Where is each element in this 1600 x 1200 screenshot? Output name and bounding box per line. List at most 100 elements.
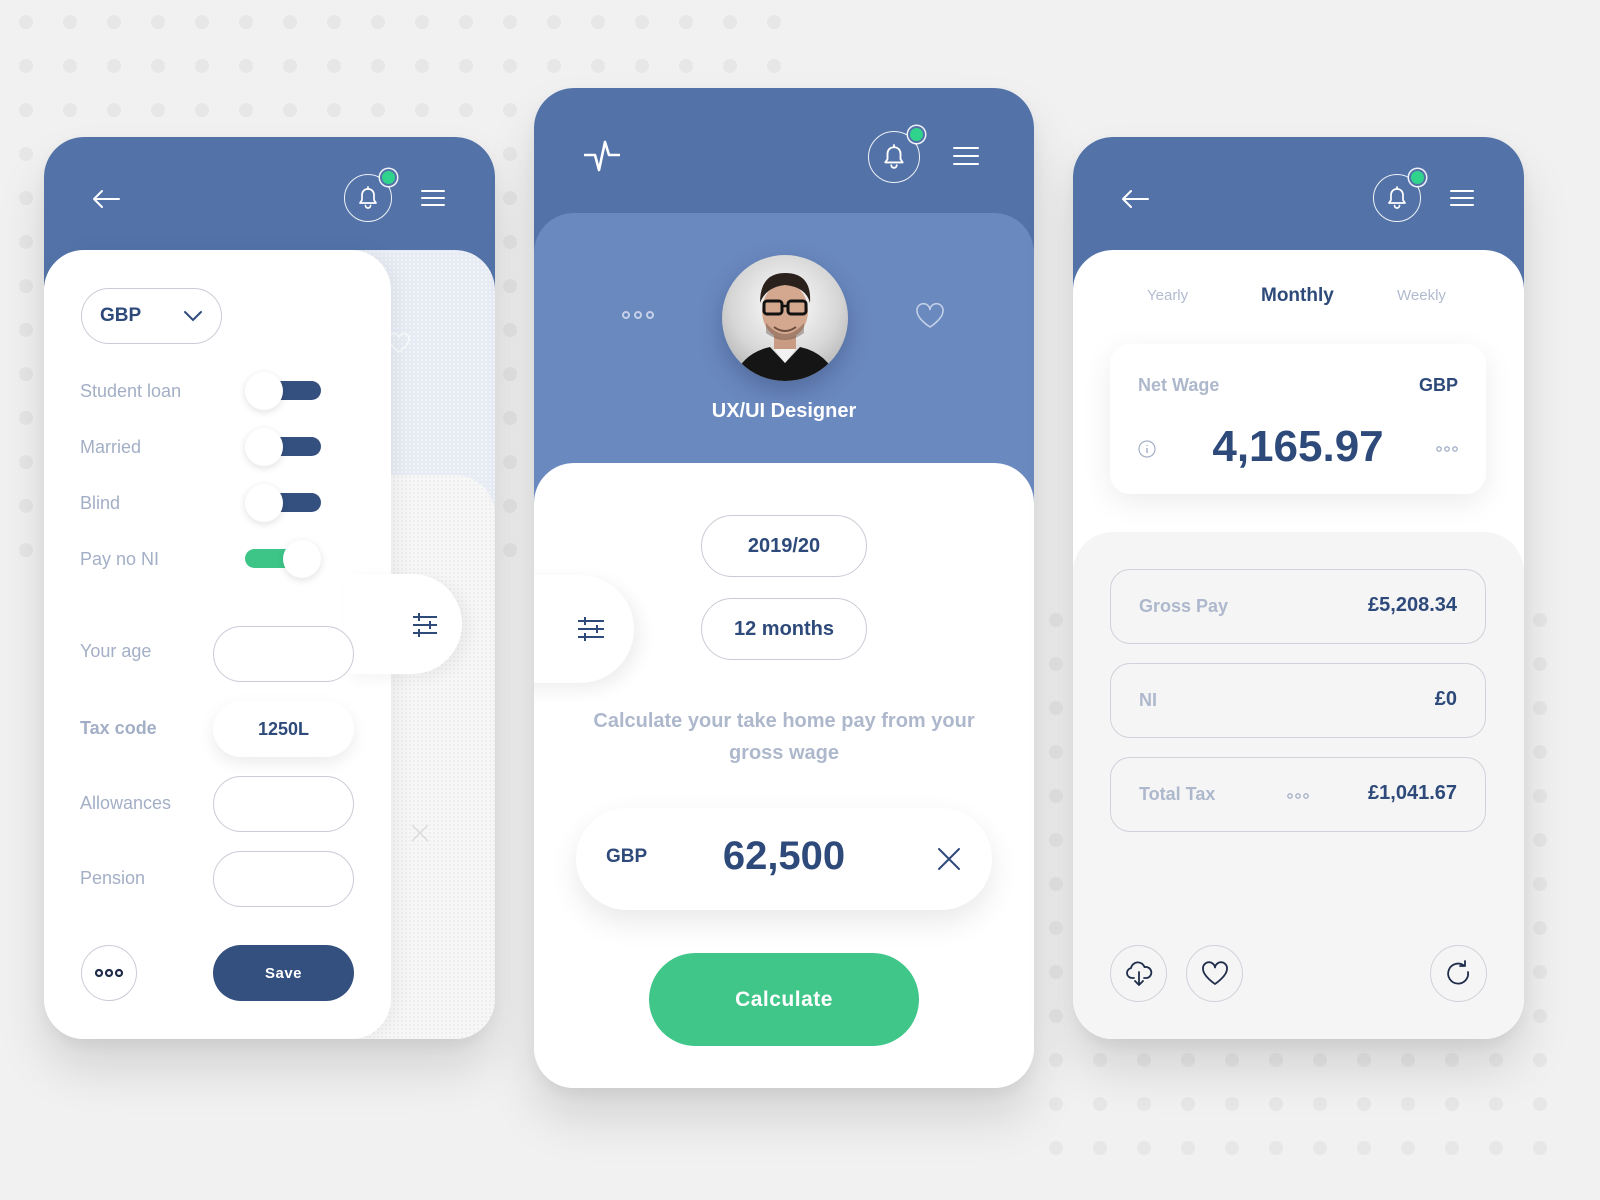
married-toggle[interactable] bbox=[245, 428, 321, 466]
background-dot bbox=[1401, 1053, 1415, 1067]
profile-title: UX/UI Designer bbox=[711, 400, 857, 422]
favorite-profile-button[interactable] bbox=[914, 301, 946, 331]
tax-code-input[interactable]: 1250L bbox=[213, 701, 354, 757]
calculate-button[interactable]: Calculate bbox=[649, 953, 919, 1046]
background-dot bbox=[1401, 1097, 1415, 1111]
background-dot bbox=[1181, 1141, 1195, 1155]
refresh-icon bbox=[1446, 959, 1469, 984]
background-dot bbox=[1533, 1097, 1547, 1111]
background-dot bbox=[371, 103, 385, 117]
row-label: Gross Pay bbox=[1139, 596, 1229, 616]
background-dot bbox=[1269, 1097, 1283, 1111]
background-dot bbox=[503, 147, 517, 161]
heart-icon bbox=[1201, 960, 1228, 985]
app-logo[interactable] bbox=[584, 138, 620, 176]
background-dot bbox=[723, 15, 737, 29]
background-dot bbox=[63, 103, 77, 117]
background-dot bbox=[1225, 1141, 1239, 1155]
background-dot bbox=[1049, 1141, 1063, 1155]
background-dot bbox=[503, 15, 517, 29]
background-dot bbox=[503, 191, 517, 205]
background-dot bbox=[1049, 745, 1063, 759]
background-dot bbox=[1533, 613, 1547, 627]
favorite-button[interactable] bbox=[1186, 945, 1243, 1002]
background-dot bbox=[1357, 1097, 1371, 1111]
background-dot bbox=[503, 543, 517, 557]
more-options-button[interactable] bbox=[81, 945, 137, 1001]
avatar[interactable] bbox=[722, 255, 848, 381]
background-dot bbox=[459, 15, 473, 29]
background-dot bbox=[283, 103, 297, 117]
period-selector[interactable]: 12 months bbox=[701, 598, 867, 660]
profile-more-button[interactable] bbox=[620, 309, 656, 321]
age-input[interactable] bbox=[213, 626, 354, 682]
background-dot bbox=[1533, 657, 1547, 671]
ellipsis-icon[interactable] bbox=[1436, 445, 1458, 453]
row-label: Total Tax bbox=[1139, 784, 1216, 804]
tab-monthly[interactable]: Monthly bbox=[1261, 285, 1334, 307]
student-loan-toggle[interactable] bbox=[245, 372, 321, 410]
background-dot bbox=[19, 279, 33, 293]
ellipsis-icon bbox=[622, 311, 654, 319]
row-value: £5,208.34 bbox=[1368, 594, 1457, 616]
filter-tab[interactable] bbox=[534, 575, 634, 683]
background-dot bbox=[1357, 1053, 1371, 1067]
background-dot bbox=[1357, 1141, 1371, 1155]
download-button[interactable] bbox=[1110, 945, 1167, 1002]
background-dot bbox=[19, 367, 33, 381]
tab-weekly[interactable]: Weekly bbox=[1397, 287, 1446, 304]
back-button[interactable] bbox=[1117, 185, 1153, 213]
menu-button[interactable] bbox=[420, 187, 446, 209]
background-dot bbox=[1093, 1053, 1107, 1067]
background-dot bbox=[19, 103, 33, 117]
background-dot bbox=[1533, 965, 1547, 979]
background-dot bbox=[1093, 1097, 1107, 1111]
currency-value: GBP bbox=[100, 305, 142, 326]
background-dot bbox=[1533, 877, 1547, 891]
back-button[interactable] bbox=[88, 185, 124, 213]
notifications-button[interactable] bbox=[868, 126, 925, 183]
background-dot bbox=[1489, 1097, 1503, 1111]
menu-button[interactable] bbox=[952, 145, 980, 167]
background-dot bbox=[19, 499, 33, 513]
background-dot bbox=[1533, 921, 1547, 935]
ellipsis-icon[interactable] bbox=[1287, 792, 1309, 800]
bell-icon bbox=[884, 144, 904, 169]
refresh-button[interactable] bbox=[1430, 945, 1487, 1002]
close-icon[interactable] bbox=[934, 844, 964, 874]
background-dot bbox=[679, 59, 693, 73]
pension-input[interactable] bbox=[213, 851, 354, 907]
tab-yearly[interactable]: Yearly bbox=[1147, 287, 1188, 304]
background-dot bbox=[63, 59, 77, 73]
background-dot bbox=[151, 103, 165, 117]
currency-select[interactable]: GBP bbox=[81, 288, 222, 344]
menu-button[interactable] bbox=[1449, 187, 1475, 209]
background-dot bbox=[591, 15, 605, 29]
notifications-button[interactable] bbox=[344, 169, 397, 222]
background-dot bbox=[1137, 1097, 1151, 1111]
filter-tab[interactable] bbox=[344, 574, 462, 674]
background-dot bbox=[1313, 1053, 1327, 1067]
background-dot bbox=[1533, 789, 1547, 803]
net-wage-card: Net Wage GBP 4,165.97 bbox=[1110, 344, 1486, 494]
background-dot bbox=[503, 499, 517, 513]
background-dot bbox=[503, 455, 517, 469]
background-dot bbox=[1049, 1009, 1063, 1023]
allowances-input[interactable] bbox=[213, 776, 354, 832]
pay-no-ni-toggle[interactable] bbox=[245, 540, 321, 578]
gross-pay-row: Gross Pay £5,208.34 bbox=[1110, 569, 1486, 644]
background-dot bbox=[1533, 1141, 1547, 1155]
row-value: £1,041.67 bbox=[1368, 782, 1457, 804]
background-dot bbox=[547, 59, 561, 73]
background-dot bbox=[1049, 789, 1063, 803]
hamburger-icon bbox=[1450, 190, 1474, 206]
background-dot bbox=[503, 411, 517, 425]
background-dot bbox=[503, 279, 517, 293]
notifications-button[interactable] bbox=[1373, 169, 1426, 222]
tax-year-selector[interactable]: 2019/20 bbox=[701, 515, 867, 577]
gross-wage-input[interactable]: GBP 62,500 bbox=[576, 808, 992, 910]
blind-toggle[interactable] bbox=[245, 484, 321, 522]
notification-badge bbox=[380, 169, 397, 186]
save-button[interactable]: Save bbox=[213, 945, 354, 1001]
toggle-label: Student loan bbox=[80, 381, 182, 401]
